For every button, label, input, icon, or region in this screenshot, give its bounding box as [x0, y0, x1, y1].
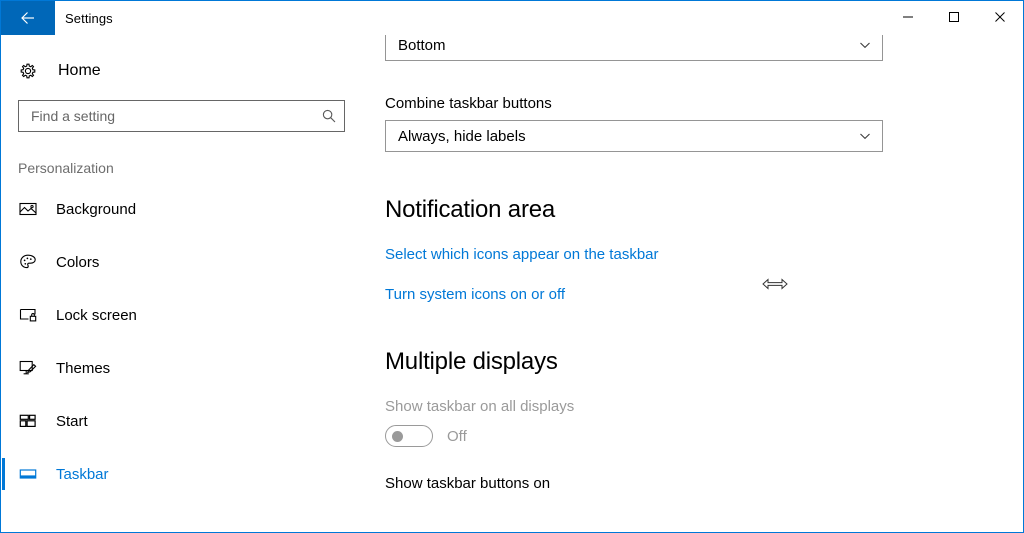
sidebar-item-colors-label: Colors	[56, 253, 100, 271]
maximize-icon	[949, 12, 959, 22]
window-title: Settings	[65, 10, 113, 26]
taskbar-icon	[18, 464, 46, 484]
sidebar-item-start-label: Start	[56, 412, 88, 430]
search-icon[interactable]	[314, 108, 344, 124]
show-taskbar-all-displays-label: Show taskbar on all displays	[385, 398, 575, 415]
lock-screen-icon	[18, 305, 46, 325]
sidebar-item-home[interactable]: Home	[2, 50, 361, 92]
back-arrow-icon	[21, 12, 34, 24]
taskbar-location-dropdown[interactable]: Bottom	[385, 35, 883, 61]
system-icons-link[interactable]: Turn system icons on or off	[385, 286, 565, 303]
search-input[interactable]	[19, 102, 314, 130]
palette-icon	[18, 252, 46, 272]
combine-buttons-value: Always, hide labels	[398, 127, 526, 145]
show-taskbar-all-displays-toggle[interactable]	[385, 425, 433, 447]
chevron-down-icon	[858, 129, 872, 143]
settings-window: Settings Home Find a setting Personaliza…	[0, 0, 1024, 533]
window-controls	[885, 1, 1023, 35]
toggle-knob	[392, 431, 403, 442]
picture-icon	[18, 199, 46, 219]
sidebar-item-background[interactable]: Background	[2, 189, 361, 229]
content-pane: Bottom Combine taskbar buttons Always, h…	[361, 35, 1023, 532]
show-taskbar-buttons-on-label: Show taskbar buttons on	[385, 475, 551, 492]
notification-area-heading: Notification area	[385, 196, 556, 223]
maximize-button[interactable]	[931, 1, 977, 33]
close-icon	[995, 12, 1005, 22]
title-bar: Settings	[1, 1, 1023, 35]
sidebar-item-home-label: Home	[58, 62, 101, 79]
chevron-down-icon	[858, 38, 872, 52]
content-inner: Bottom Combine taskbar buttons Always, h…	[361, 35, 1023, 492]
sidebar-item-themes[interactable]: Themes	[2, 348, 361, 388]
combine-buttons-dropdown[interactable]: Always, hide labels	[385, 120, 883, 152]
select-icons-link[interactable]: Select which icons appear on the taskbar	[385, 246, 659, 263]
brush-icon	[18, 358, 46, 378]
sidebar-item-lock-screen[interactable]: Lock screen	[2, 295, 361, 335]
sidebar-group-label: Personalization	[18, 160, 114, 176]
search-box[interactable]	[18, 100, 345, 132]
sidebar-item-background-label: Background	[56, 200, 137, 218]
gear-icon	[18, 61, 48, 81]
combine-buttons-label: Combine taskbar buttons	[385, 95, 552, 112]
multiple-displays-heading: Multiple displays	[385, 348, 558, 375]
close-button[interactable]	[977, 1, 1023, 33]
sidebar-item-start[interactable]: Start	[2, 401, 361, 441]
show-taskbar-all-displays-row: Off	[385, 425, 1023, 447]
sidebar-item-colors[interactable]: Colors	[2, 242, 361, 282]
back-button[interactable]	[1, 1, 55, 35]
selection-indicator	[2, 458, 5, 490]
start-tiles-icon	[18, 411, 46, 431]
sidebar-item-taskbar-label: Taskbar	[56, 465, 109, 483]
taskbar-location-value: Bottom	[398, 36, 446, 54]
sidebar-item-lock-screen-label: Lock screen	[56, 306, 137, 324]
minimize-button[interactable]	[885, 1, 931, 33]
show-taskbar-all-displays-state: Off	[447, 427, 467, 445]
sidebar: Home Personalization Background	[2, 35, 361, 532]
minimize-icon	[903, 16, 913, 18]
sidebar-item-taskbar[interactable]: Taskbar	[2, 454, 361, 494]
sidebar-item-themes-label: Themes	[56, 359, 111, 377]
